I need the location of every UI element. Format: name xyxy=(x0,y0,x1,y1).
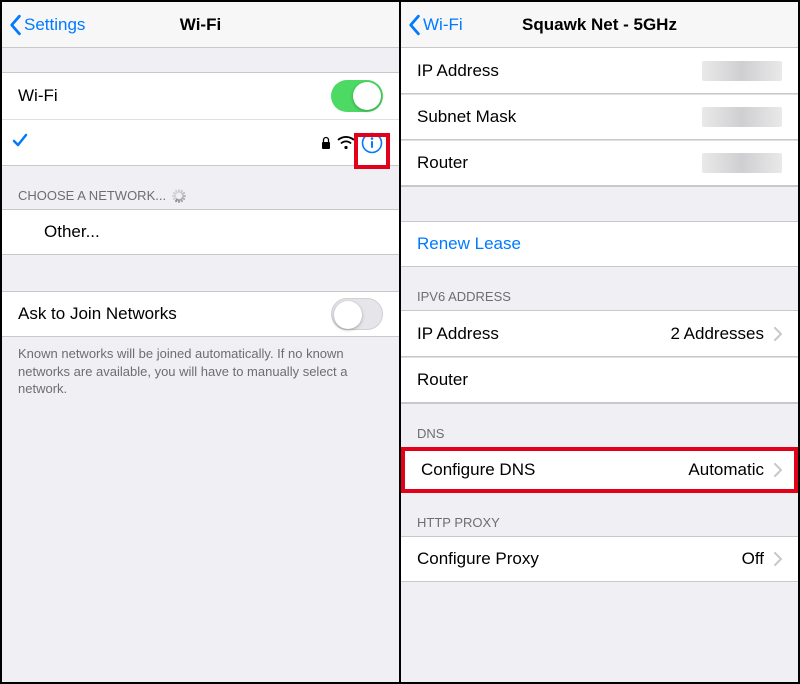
wifi-settings-pane: Settings Wi-Fi Wi-Fi xyxy=(2,2,401,682)
router-value-redacted xyxy=(702,153,782,173)
nav-bar: Settings Wi-Fi xyxy=(2,2,399,48)
nav-bar: Wi-Fi Squawk Net - 5GHz xyxy=(401,2,798,48)
proxy-header: HTTP PROXY xyxy=(401,493,798,536)
ask-to-join-toggle[interactable] xyxy=(331,298,383,330)
router-row: Router xyxy=(401,140,798,186)
network-status-icons xyxy=(321,132,383,154)
choose-network-header: CHOOSE A NETWORK... xyxy=(2,166,399,209)
other-label: Other... xyxy=(44,222,383,242)
subnet-mask-row: Subnet Mask xyxy=(401,94,798,140)
ipv6-ip-row[interactable]: IP Address 2 Addresses xyxy=(401,311,798,357)
spinner-icon xyxy=(172,189,186,203)
wifi-toggle-label: Wi-Fi xyxy=(18,86,331,106)
back-label: Settings xyxy=(24,15,85,35)
chevron-left-icon xyxy=(8,14,22,36)
ipv6-group: IP Address 2 Addresses Router xyxy=(401,310,798,404)
page-title: Squawk Net - 5GHz xyxy=(522,15,677,35)
ipv6-ip-label: IP Address xyxy=(417,324,670,344)
checkmark-icon xyxy=(12,132,28,153)
connected-network-row[interactable] xyxy=(2,119,399,165)
chevron-right-icon xyxy=(774,552,782,566)
ipv6-router-label: Router xyxy=(417,370,782,390)
chevron-right-icon xyxy=(774,327,782,341)
ipv6-header: IPV6 ADDRESS xyxy=(401,267,798,310)
ip-address-row: IP Address xyxy=(401,48,798,94)
configure-proxy-value: Off xyxy=(742,549,764,569)
page-title: Wi-Fi xyxy=(180,15,221,35)
renew-lease-label: Renew Lease xyxy=(417,234,521,254)
other-network-row[interactable]: Other... xyxy=(2,209,399,255)
subnet-value-redacted xyxy=(702,107,782,127)
dns-header: DNS xyxy=(401,404,798,447)
ask-footer-text: Known networks will be joined automatica… xyxy=(2,337,399,398)
configure-dns-value: Automatic xyxy=(688,460,764,480)
ip-address-label: IP Address xyxy=(417,61,702,81)
wifi-signal-icon xyxy=(337,136,355,150)
ask-label: Ask to Join Networks xyxy=(18,304,331,324)
wifi-toggle-row: Wi-Fi xyxy=(2,73,399,119)
configure-proxy-label: Configure Proxy xyxy=(417,549,742,569)
ask-to-join-row: Ask to Join Networks xyxy=(2,291,399,337)
wifi-toggle[interactable] xyxy=(331,80,383,112)
wifi-main-group: Wi-Fi xyxy=(2,72,399,166)
chevron-right-icon xyxy=(774,463,782,477)
renew-lease-row[interactable]: Renew Lease xyxy=(401,221,798,267)
ipv6-ip-value: 2 Addresses xyxy=(670,324,764,344)
ip-address-value-redacted xyxy=(702,61,782,81)
subnet-label: Subnet Mask xyxy=(417,107,702,127)
back-label: Wi-Fi xyxy=(423,15,463,35)
network-detail-pane: Wi-Fi Squawk Net - 5GHz IP Address Subne… xyxy=(401,2,798,682)
back-button[interactable]: Wi-Fi xyxy=(407,14,463,36)
ipv6-router-row: Router xyxy=(401,357,798,403)
ipv4-group: IP Address Subnet Mask Router xyxy=(401,48,798,187)
configure-proxy-row[interactable]: Configure Proxy Off xyxy=(401,536,798,582)
configure-dns-label: Configure DNS xyxy=(421,460,688,480)
configure-dns-row[interactable]: Configure DNS Automatic xyxy=(401,447,798,493)
two-pane-container: Settings Wi-Fi Wi-Fi xyxy=(0,0,800,684)
router-label: Router xyxy=(417,153,702,173)
lock-icon xyxy=(321,136,331,150)
info-icon[interactable] xyxy=(361,132,383,154)
chevron-left-icon xyxy=(407,14,421,36)
back-button[interactable]: Settings xyxy=(8,14,85,36)
